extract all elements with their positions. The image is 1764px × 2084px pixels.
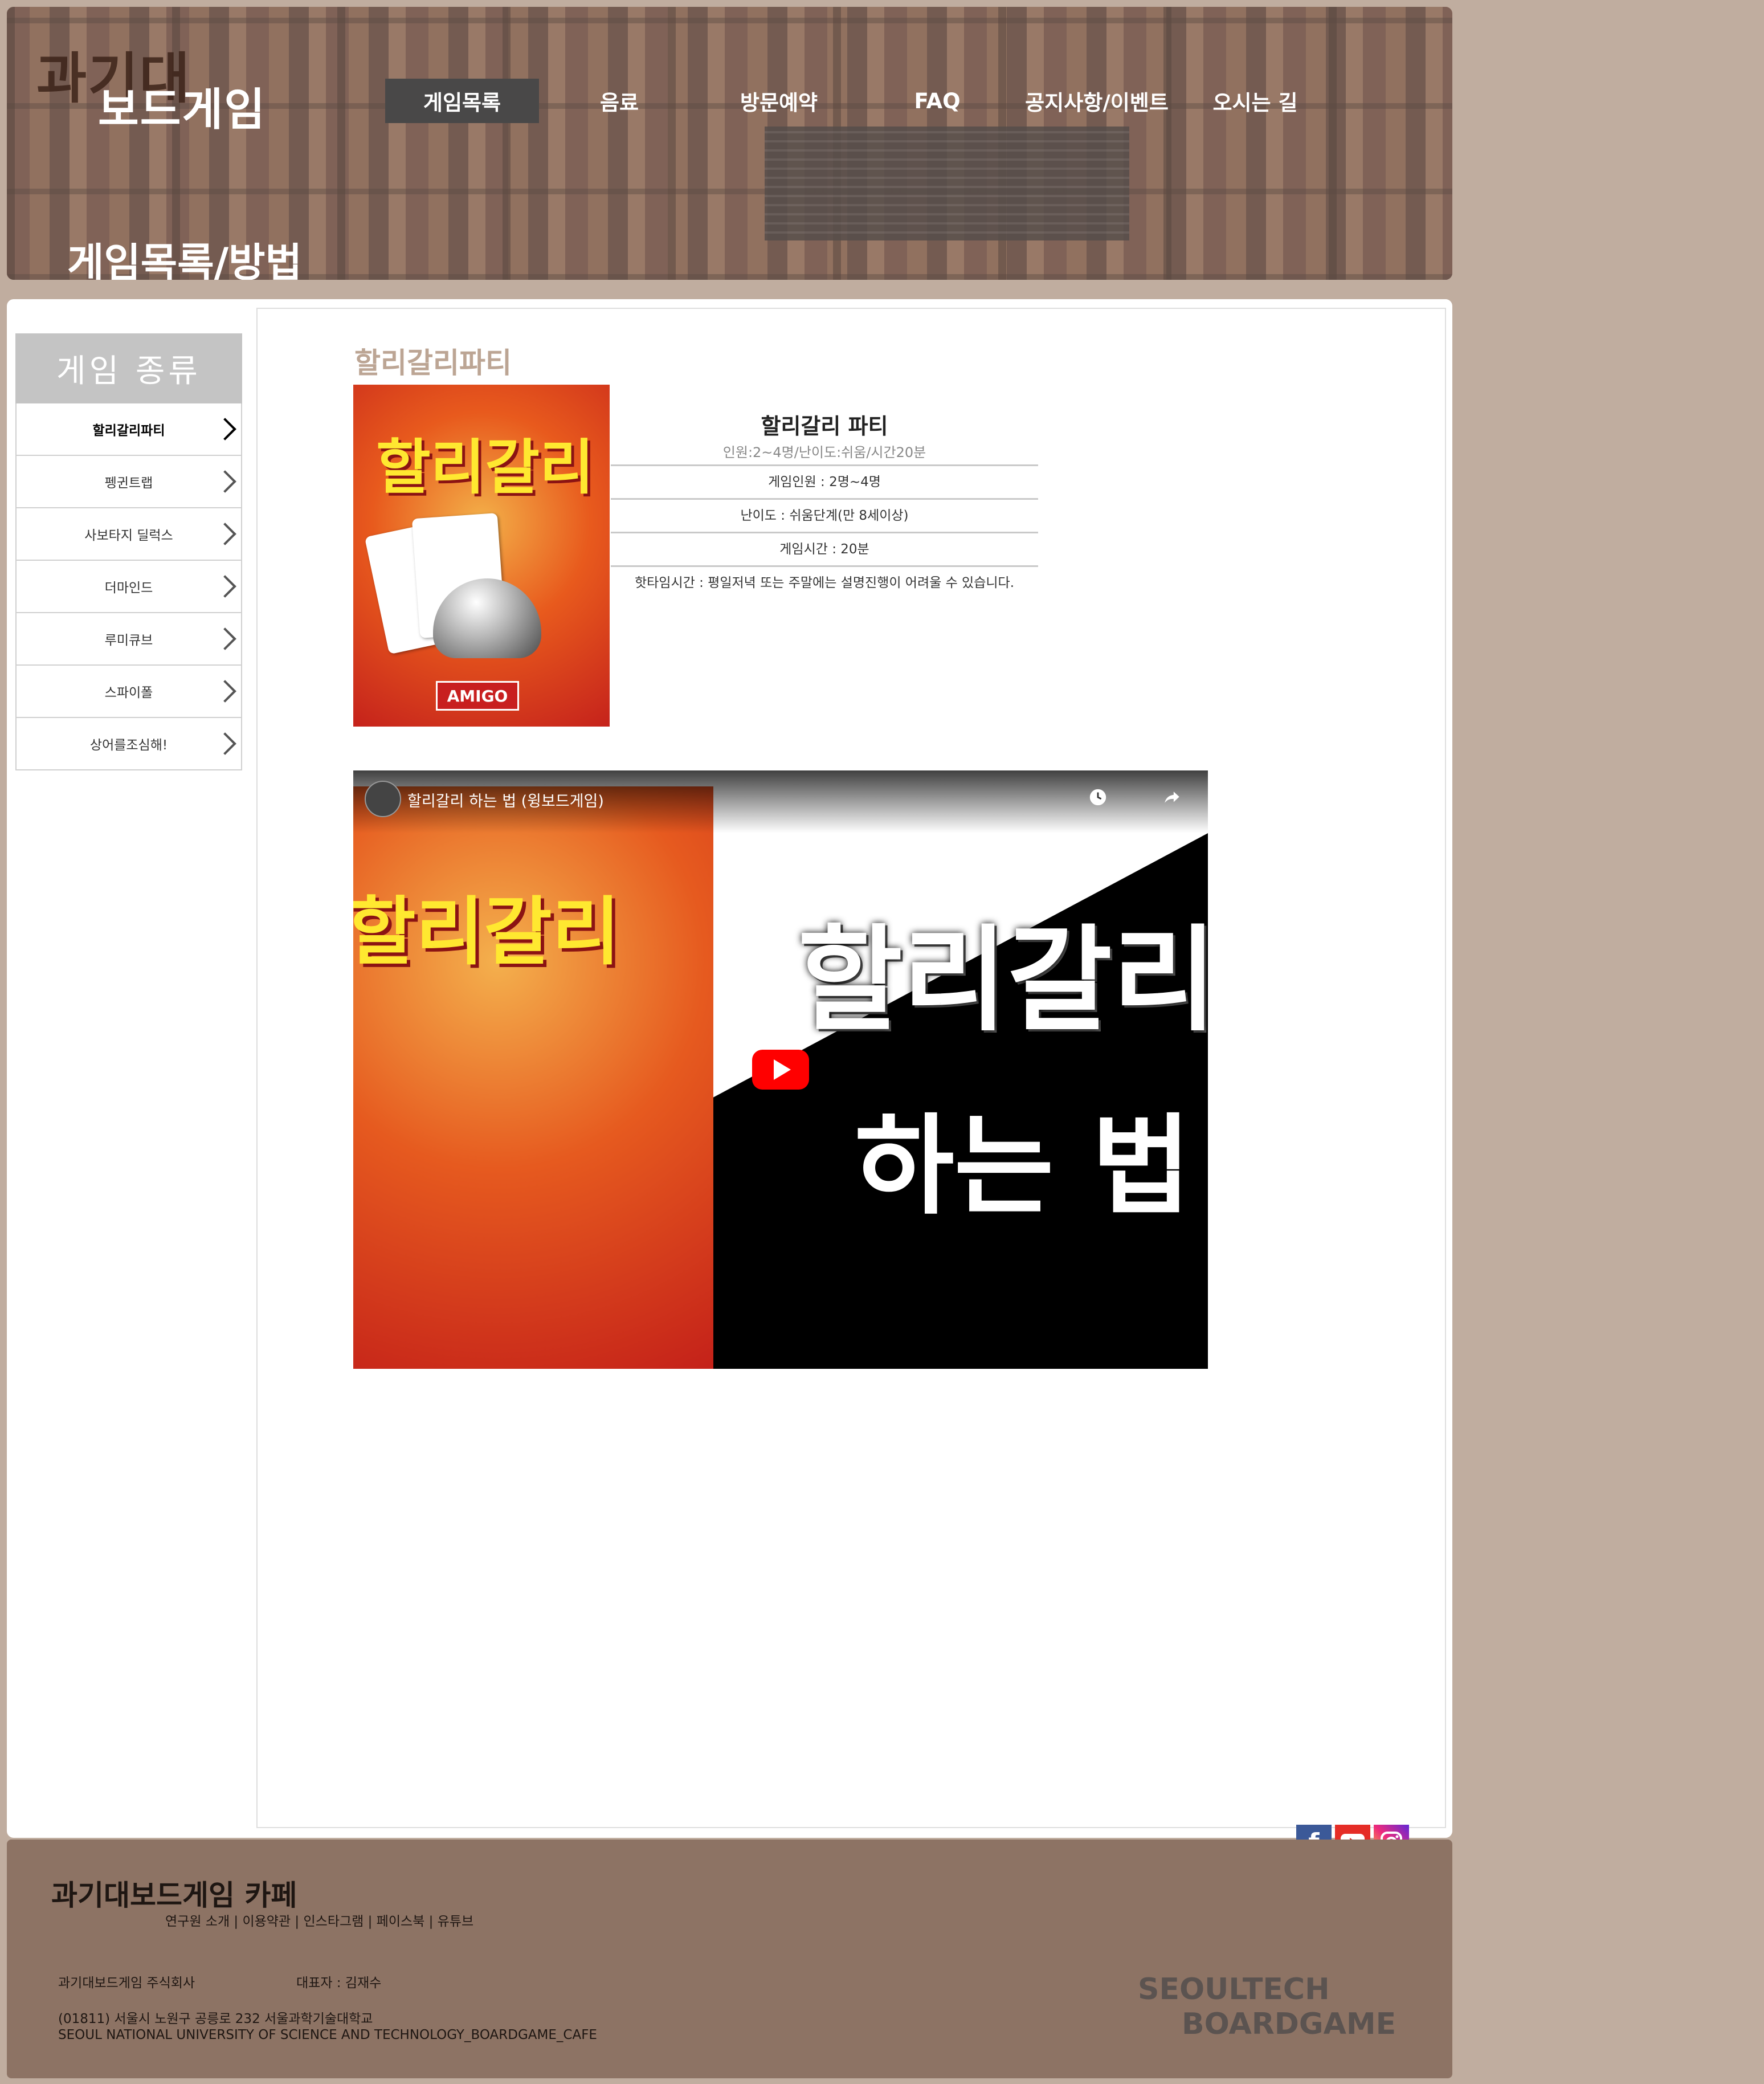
footer-brand-line1: SEOULTECH	[1138, 1972, 1330, 2006]
share-icon	[1165, 791, 1179, 803]
game-summary: 인원:2~4명/난이도:쉬움/시간20분	[611, 441, 1038, 466]
game-difficulty: 난이도 : 쉬움단계(만 8세이상)	[611, 500, 1038, 533]
game-name: 할리갈리 파티	[761, 414, 888, 439]
chevron-right-icon	[214, 575, 236, 598]
video-big-subtitle: 하는 법	[855, 1103, 1191, 1229]
nav-game-list[interactable]: 게임목록	[385, 79, 539, 123]
footer-representative: 대표자 : 김재수	[296, 1976, 382, 1991]
game-time: 게임시간 : 20분	[611, 533, 1038, 567]
video-thumb-box-art: 할리갈리	[353, 786, 713, 1369]
sidebar-item-halli-galli-party[interactable]: 할리갈리파티	[15, 403, 242, 456]
chevron-right-icon	[214, 732, 236, 755]
footer-brand-line2: BOARDGAME	[1182, 2007, 1396, 2041]
header-banner: 과기대 보드게임 게임목록 음료 방문예약 FAQ 공지사항/이벤트 오시는 길…	[7, 7, 1452, 280]
footer-title: 과기대보드게임 카페	[51, 1879, 297, 1912]
box-title-text: 할리갈리	[376, 433, 594, 502]
sidebar-item-the-mind[interactable]: 더마인드	[15, 561, 242, 613]
footer: 과기대보드게임 카페 연구원 소개 | 이용약관 | 인스타그램 | 페이스북 …	[7, 1840, 1452, 2078]
footer-address: (01811) 서울시 노원구 공릉로 232 서울과학기술대학교	[58, 2012, 373, 2026]
game-players: 게임인원 : 2명~4명	[611, 466, 1038, 500]
sidebar-item-label: 루미큐브	[104, 633, 153, 648]
chevron-right-icon	[214, 470, 236, 493]
footer-english-name: SEOUL NATIONAL UNIVERSITY OF SCIENCE AND…	[58, 2028, 597, 2042]
nav-reservation[interactable]: 방문예약	[702, 79, 856, 123]
nav-notice-event[interactable]: 공지사항/이벤트	[1020, 79, 1174, 123]
footer-links[interactable]: 연구원 소개 | 이용약관 | 인스타그램 | 페이스북 | 유튜브	[165, 1910, 473, 1930]
thumb-title-text: 할리갈리	[353, 888, 620, 975]
sidebar-title: 게임 종류	[15, 333, 242, 403]
logo-text-bottom[interactable]: 보드게임	[98, 74, 266, 138]
game-note: 핫타임시간 : 평일저녁 또는 주말에는 설명진행이 어려울 수 있습니다.	[634, 576, 1015, 590]
sidebar-item-label: 상어를조심해!	[89, 738, 168, 753]
game-info-table: 할리갈리 파티 인원:2~4명/난이도:쉬움/시간20분 게임인원 : 2명~4…	[611, 409, 1038, 599]
play-icon	[774, 1059, 791, 1080]
chevron-right-icon	[214, 418, 236, 441]
clock-icon	[1089, 789, 1106, 805]
youtube-video-embed[interactable]: 할리갈리 할리갈리 하는 법 할리갈리 하는 법 (윙보드게임)	[353, 770, 1208, 1369]
nav-drinks[interactable]: 음료	[542, 79, 696, 123]
sidebar-item-label: 할리갈리파티	[92, 423, 165, 438]
video-title[interactable]: 할리갈리 하는 법 (윙보드게임)	[407, 789, 604, 811]
nav-directions[interactable]: 오시는 길	[1178, 79, 1332, 123]
game-title: 할리갈리파티	[354, 346, 512, 380]
game-detail-content: 할리갈리파티 할리갈리 AMIGO 할리갈리 파티 인원:2~4명/난이도:쉬움…	[256, 308, 1446, 1828]
nav-faq[interactable]: FAQ	[860, 79, 1014, 123]
page-heading: 게임목록/방법	[67, 239, 302, 280]
sidebar-item-label: 스파이폴	[104, 686, 153, 700]
chevron-right-icon	[214, 523, 236, 545]
footer-company: 과기대보드게임 주식회사	[58, 1976, 195, 1991]
sidebar-item-label: 사보타지 딜럭스	[84, 528, 173, 543]
sidebar-item-label: 더마인드	[104, 581, 153, 596]
chevron-right-icon	[214, 680, 236, 703]
channel-avatar[interactable]	[365, 781, 401, 817]
game-box-image: 할리갈리 AMIGO	[353, 385, 610, 727]
main-panel: 게임 종류 할리갈리파티 펭귄트랩 사보타지 딜럭스 더마인드 루미큐브 스파이…	[7, 299, 1452, 1838]
play-button[interactable]	[752, 1050, 809, 1090]
sidebar-item-penguin-trap[interactable]: 펭귄트랩	[15, 456, 242, 508]
brand-logo: AMIGO	[436, 681, 519, 711]
share-button[interactable]	[1162, 786, 1182, 807]
chevron-right-icon	[214, 627, 236, 650]
sidebar-item-rummikub[interactable]: 루미큐브	[15, 613, 242, 666]
sidebar-item-spyfall[interactable]: 스파이폴	[15, 666, 242, 718]
sidebar-item-label: 펭귄트랩	[104, 476, 153, 491]
video-big-title: 할리갈리	[798, 914, 1208, 1047]
watch-later-button[interactable]	[1088, 786, 1108, 807]
sidebar-item-beware-shark[interactable]: 상어를조심해!	[15, 718, 242, 770]
sidebar-item-saboteur-deluxe[interactable]: 사보타지 딜럭스	[15, 508, 242, 561]
sidebar: 게임 종류 할리갈리파티 펭귄트랩 사보타지 딜럭스 더마인드 루미큐브 스파이…	[15, 333, 242, 770]
